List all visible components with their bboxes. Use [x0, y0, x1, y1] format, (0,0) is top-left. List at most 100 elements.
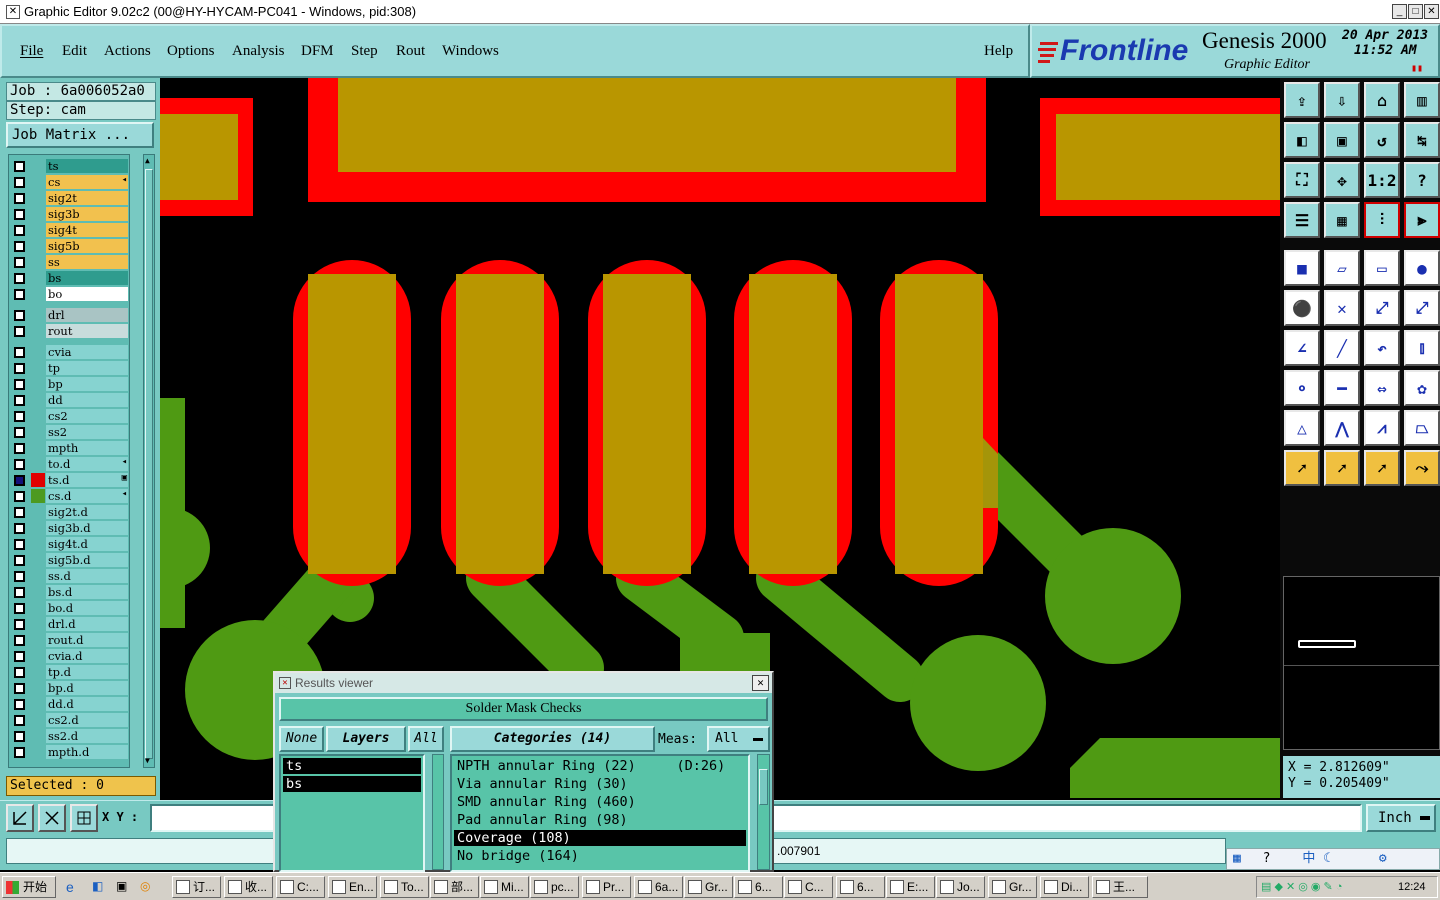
- media-icon[interactable]: ◎: [140, 879, 150, 893]
- categories-button[interactable]: Categories (14): [450, 726, 655, 752]
- pointer-icon[interactable]: ➚: [1284, 450, 1320, 486]
- layer-row-ss[interactable]: ss: [9, 255, 129, 269]
- ime-help-icon[interactable]: ?: [1263, 851, 1271, 866]
- layer-row-to-d[interactable]: to.d ◂: [9, 457, 129, 471]
- ime-keyboard-icon[interactable]: ▦: [1233, 851, 1241, 866]
- category-list-scrollbar[interactable]: [757, 754, 770, 870]
- results-category-item[interactable]: Pad annular Ring (98): [454, 812, 746, 828]
- layer-checkbox[interactable]: [14, 747, 25, 758]
- ie-icon[interactable]: e: [66, 879, 74, 895]
- layer-row-bs[interactable]: bs: [9, 271, 129, 285]
- layer-list-scrollbar[interactable]: [432, 754, 444, 870]
- results-viewer-titlebar[interactable]: Results viewer: [275, 673, 772, 693]
- taskbar-task-button[interactable]: 订...: [172, 876, 221, 898]
- layer-checkbox[interactable]: [14, 427, 25, 438]
- layer-checkbox[interactable]: [14, 395, 25, 406]
- layer-checkbox[interactable]: [14, 539, 25, 550]
- layer-checkbox[interactable]: [14, 635, 25, 646]
- layer-row-bs-d[interactable]: bs.d: [9, 585, 129, 599]
- layer-row-rout-d[interactable]: rout.d: [9, 633, 129, 647]
- layer-row-sig3b-d[interactable]: sig3b.d: [9, 521, 129, 535]
- menu-windows[interactable]: Windows: [442, 43, 499, 60]
- pan-left-icon[interactable]: ◧: [1284, 122, 1320, 158]
- layer-row-ss2[interactable]: ss2: [9, 425, 129, 439]
- save-icon[interactable]: ⇩: [1324, 82, 1360, 118]
- select-icon[interactable]: ➚: [1324, 450, 1360, 486]
- menu-help[interactable]: Help: [984, 43, 1013, 60]
- layer-row-bp[interactable]: bp: [9, 377, 129, 391]
- layer-row-cs[interactable]: cs ◂: [9, 175, 129, 189]
- minimize-button[interactable]: _: [1392, 4, 1407, 19]
- taskbar-task-button[interactable]: To...: [380, 876, 429, 898]
- layer-checkbox[interactable]: [14, 731, 25, 742]
- maximize-button[interactable]: □: [1408, 4, 1423, 19]
- taskbar-task-button[interactable]: 6a...: [634, 876, 683, 898]
- layer-row-ts-d[interactable]: ts.d ▣: [9, 473, 129, 487]
- snap-icon[interactable]: [6, 804, 34, 832]
- ime-chinese-icon[interactable]: 中: [1302, 851, 1315, 866]
- ime-moon-icon[interactable]: ☾: [1323, 851, 1331, 866]
- results-category-item[interactable]: NPTH annular Ring (22) (D:26): [454, 758, 746, 774]
- layer-row-drl[interactable]: drl: [9, 308, 129, 322]
- taskbar-task-button[interactable]: 王...: [1092, 876, 1148, 898]
- results-close-button[interactable]: ✕: [752, 675, 769, 691]
- layer-row-sig2t[interactable]: sig2t: [9, 191, 129, 205]
- undo-arc-icon[interactable]: ↶: [1364, 330, 1400, 366]
- layer-row-dd[interactable]: dd: [9, 393, 129, 407]
- layer-checkbox[interactable]: [14, 177, 25, 188]
- layer-row-ss-d[interactable]: ss.d: [9, 569, 129, 583]
- meas-select[interactable]: All: [707, 726, 770, 752]
- pad-icon[interactable]: ■: [1284, 250, 1320, 286]
- menu-actions[interactable]: Actions: [104, 43, 151, 60]
- layer-checkbox[interactable]: [14, 555, 25, 566]
- arch-icon[interactable]: ⩘: [1364, 410, 1400, 446]
- layer-row-cs2-d[interactable]: cs2.d: [9, 713, 129, 727]
- tray-icons[interactable]: ▤ ◆ ✕ ◎ ◉ ✎ ◔: [1261, 880, 1342, 893]
- start-button[interactable]: 开始: [2, 876, 56, 898]
- settings-icon[interactable]: ☰: [1284, 202, 1320, 238]
- layer-row-bo[interactable]: bo: [9, 287, 129, 301]
- layer-row-bo-d[interactable]: bo.d: [9, 601, 129, 615]
- layer-row-ts[interactable]: ts: [9, 159, 129, 173]
- taskbar-task-button[interactable]: Pr...: [582, 876, 631, 898]
- home-icon[interactable]: ⌂: [1364, 82, 1400, 118]
- link-red-icon[interactable]: ⤢: [1404, 290, 1440, 326]
- grid-icon[interactable]: [70, 804, 98, 832]
- layer-checkbox[interactable]: [14, 475, 25, 486]
- link-icon[interactable]: ⤢: [1364, 290, 1400, 326]
- edit-shape-icon[interactable]: ▱: [1324, 250, 1360, 286]
- layer-checkbox[interactable]: [14, 603, 25, 614]
- results-category-item[interactable]: Coverage (108): [454, 830, 746, 846]
- layer-row-bp-d[interactable]: bp.d: [9, 681, 129, 695]
- layer-checkbox[interactable]: [14, 241, 25, 252]
- layer-row-rout[interactable]: rout: [9, 324, 129, 338]
- layer-checkbox[interactable]: [14, 379, 25, 390]
- taskbar-task-button[interactable]: Gr...: [988, 876, 1037, 898]
- layer-row-sig4t[interactable]: sig4t: [9, 223, 129, 237]
- layer-checkbox[interactable]: [14, 699, 25, 710]
- zoom-center-icon[interactable]: ✥: [1324, 162, 1360, 198]
- results-category-item[interactable]: Via annular Ring (30): [454, 776, 746, 792]
- layer-checkbox[interactable]: [14, 715, 25, 726]
- layer-list-scrollbar[interactable]: ▲ ▼: [143, 154, 155, 768]
- open-icon[interactable]: ⇪: [1284, 82, 1320, 118]
- taskbar-task-button[interactable]: Di...: [1040, 876, 1089, 898]
- mirror-icon[interactable]: ⫾: [1404, 330, 1440, 366]
- layer-row-mpth[interactable]: mpth: [9, 441, 129, 455]
- menu-options[interactable]: Options: [167, 43, 215, 60]
- layer-checkbox[interactable]: [14, 326, 25, 337]
- layer-checkbox[interactable]: [14, 225, 25, 236]
- layer-checkbox[interactable]: [14, 491, 25, 502]
- layer-checkbox[interactable]: [14, 411, 25, 422]
- layer-checkbox[interactable]: [14, 310, 25, 321]
- layer-row-mpth-d[interactable]: mpth.d: [9, 745, 129, 759]
- zoom-fit-icon[interactable]: ⛶: [1284, 162, 1320, 198]
- results-layer-item[interactable]: bs: [283, 776, 421, 792]
- ruler-icon[interactable]: ▭: [1364, 250, 1400, 286]
- all-layers-button[interactable]: All: [408, 726, 444, 752]
- results-category-item[interactable]: SMD annular Ring (460): [454, 794, 746, 810]
- swap-icon[interactable]: ↹: [1404, 122, 1440, 158]
- quick-launch-icon[interactable]: ◧: [92, 879, 103, 893]
- layer-row-sig3b[interactable]: sig3b: [9, 207, 129, 221]
- layer-checkbox[interactable]: [14, 363, 25, 374]
